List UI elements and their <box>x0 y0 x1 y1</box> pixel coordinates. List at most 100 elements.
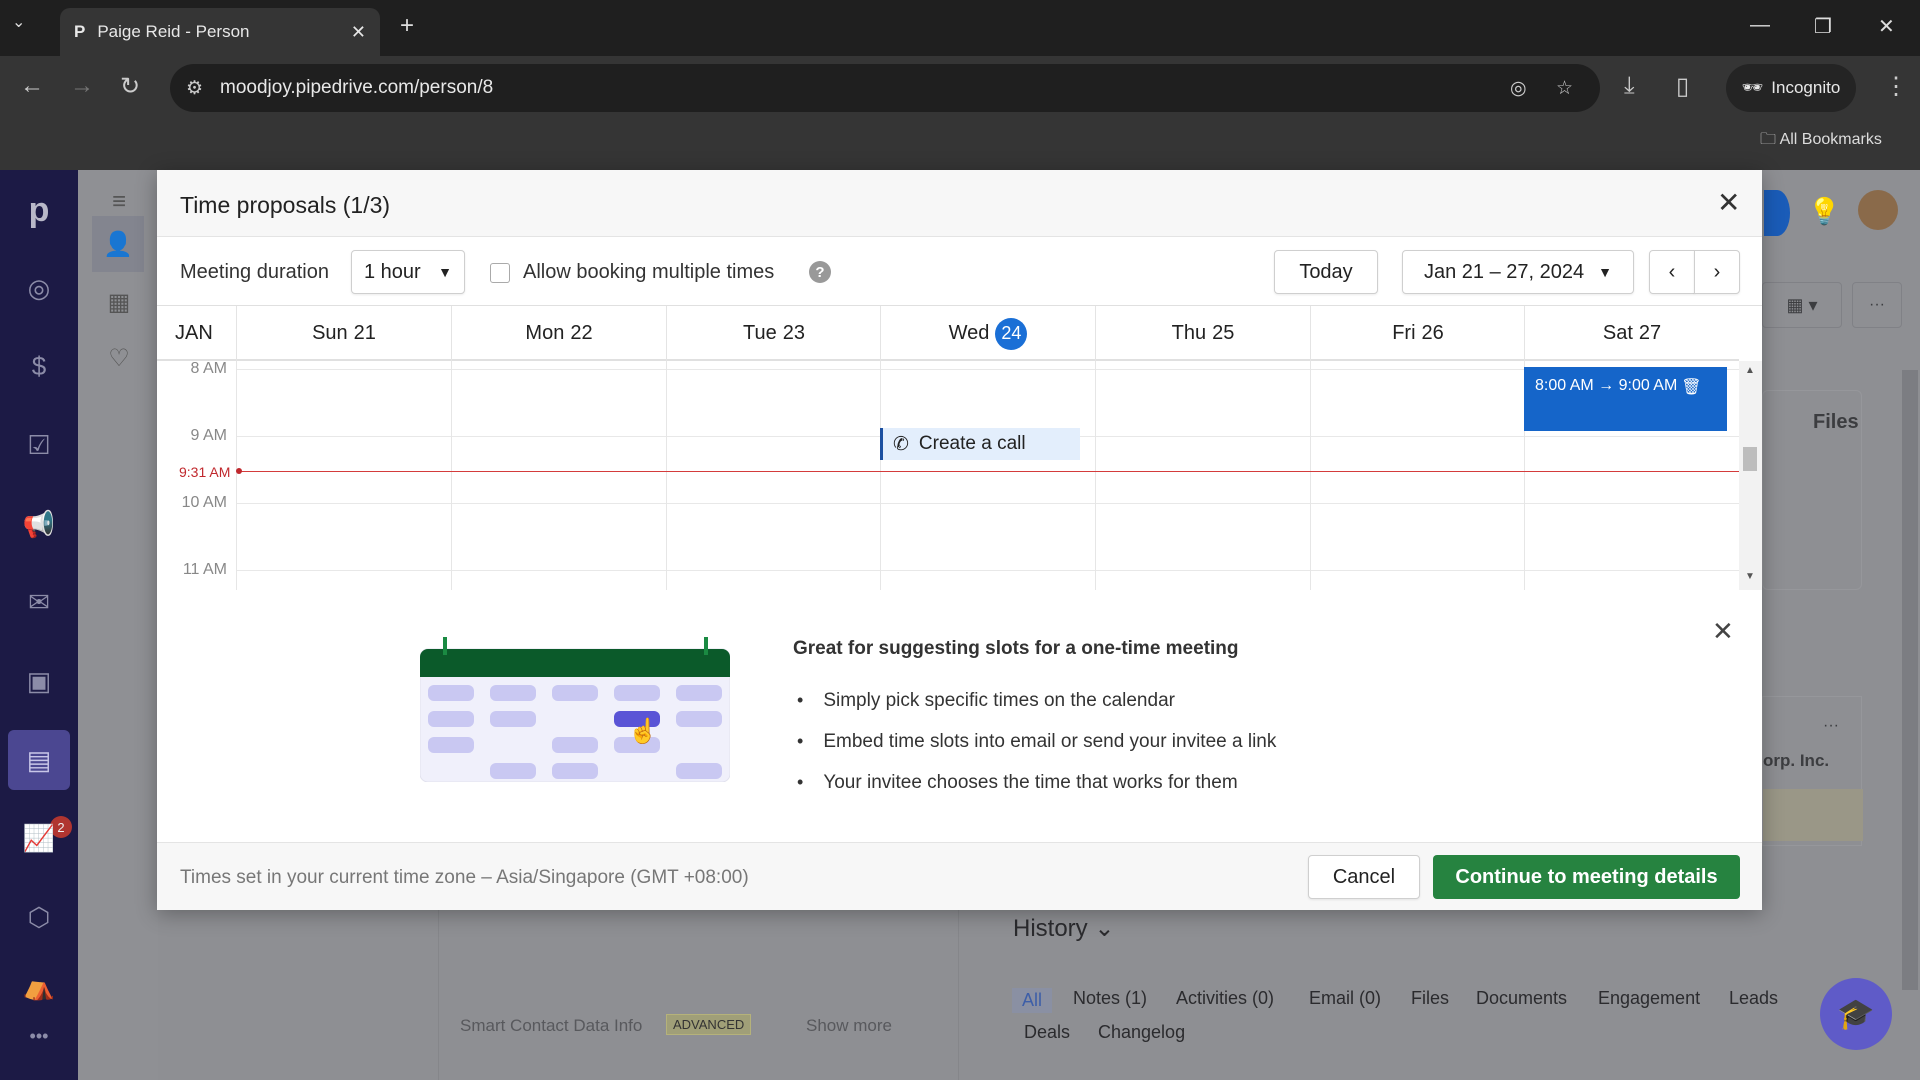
day-header-fri: Fri 26 <box>1310 306 1525 361</box>
organization-name[interactable]: orp. Inc. <box>1763 751 1829 771</box>
next-week-button[interactable]: › <box>1694 250 1740 294</box>
star-icon[interactable]: ☆ <box>1556 77 1573 100</box>
allow-multiple-checkbox[interactable] <box>490 263 510 283</box>
duration-select[interactable]: 1 hour ▼ <box>351 250 465 294</box>
modal-toolbar: Meeting duration 1 hour ▼ Allow booking m… <box>157 237 1762 306</box>
insights-chart-icon[interactable]: 📈 <box>0 808 78 868</box>
incognito-indicator[interactable]: 🕶 Incognito <box>1726 64 1856 112</box>
day-header-thu: Thu 25 <box>1095 306 1310 361</box>
deals-dollar-icon[interactable]: $ <box>0 336 78 396</box>
history-tab-activities[interactable]: Activities (0) <box>1176 988 1274 1009</box>
org-highlight <box>1763 789 1863 841</box>
history-tab-all[interactable]: All <box>1012 988 1053 1013</box>
show-more-link[interactable]: Show more <box>806 1016 892 1036</box>
user-avatar[interactable] <box>1858 190 1898 230</box>
calendar-illustration: ☝ <box>420 637 730 782</box>
mail-icon[interactable]: ✉ <box>0 572 78 632</box>
tab-search-icon[interactable]: ⌄ <box>12 12 25 32</box>
page-scrollbar[interactable] <box>1902 370 1918 990</box>
restore-icon[interactable]: ❐ <box>1814 14 1832 39</box>
history-tab-files[interactable]: Files <box>1411 988 1449 1009</box>
history-tab-notes[interactable]: Notes (1) <box>1073 988 1147 1009</box>
forward-icon[interactable]: → <box>70 72 94 100</box>
allow-multiple-label[interactable]: Allow booking multiple times <box>523 261 774 284</box>
lightbulb-icon[interactable]: 💡 <box>1808 196 1840 227</box>
organization-icon[interactable]: ▦ <box>94 280 144 324</box>
site-info-icon[interactable]: ⚙ <box>186 77 203 100</box>
bookmarks-label: All Bookmarks <box>1779 131 1882 148</box>
scroll-down-icon[interactable]: ▼ <box>1745 571 1755 582</box>
health-heart-icon[interactable]: ♡ <box>94 336 144 380</box>
history-tab-deals[interactable]: Deals <box>1024 1022 1070 1043</box>
date-range-select[interactable]: Jan 21 – 27, 2024 ▼ <box>1402 250 1634 294</box>
smart-contact-label: Smart Contact Data Info <box>460 1016 643 1035</box>
close-modal-icon[interactable]: ✕ <box>1717 186 1740 219</box>
side-panel-icon[interactable]: ▯ <box>1676 72 1689 101</box>
create-call-event[interactable]: ✆ Create a call <box>880 428 1080 460</box>
chevron-right-icon: › <box>1713 260 1721 283</box>
download-icon[interactable]: ⤓ <box>1624 72 1635 100</box>
history-toggle[interactable]: History ⌄ <box>1013 914 1114 943</box>
incognito-icon: 🕶 <box>1741 78 1764 97</box>
close-info-icon[interactable]: ✕ <box>1712 616 1734 647</box>
person-icon[interactable]: 👤 <box>92 216 144 272</box>
reload-icon[interactable]: ↻ <box>120 72 140 101</box>
day-header-tue: Tue 23 <box>666 306 881 361</box>
view-switch-button[interactable]: ▦ ▾ <box>1762 282 1842 328</box>
history-tab-leads[interactable]: Leads <box>1729 988 1778 1009</box>
browser-tab[interactable]: P Paige Reid - Person ✕ <box>60 8 380 56</box>
contacts-card-icon[interactable]: ▤ <box>8 730 70 790</box>
date-range-value: Jan 21 – 27, 2024 <box>1424 260 1585 283</box>
address-bar[interactable]: ⚙ moodjoy.pipedrive.com/person/8 ◎ ☆ <box>170 64 1600 112</box>
card-more-icon[interactable]: ··· <box>1823 717 1839 735</box>
continue-button[interactable]: Continue to meeting details <box>1433 855 1740 899</box>
minimize-icon[interactable]: — <box>1750 14 1770 37</box>
back-icon[interactable]: ← <box>20 72 44 100</box>
scroll-up-icon[interactable]: ▲ <box>1745 365 1755 376</box>
hour-label: 8 AM <box>190 361 227 377</box>
pipedrive-logo[interactable]: p <box>0 180 78 240</box>
browser-tab-bar: ⌄ P Paige Reid - Person ✕ + — ❐ ✕ <box>0 0 1920 56</box>
current-time-dot <box>236 468 242 474</box>
history-tab-changelog[interactable]: Changelog <box>1098 1022 1185 1043</box>
campaigns-megaphone-icon[interactable]: 📢 <box>0 494 78 554</box>
trash-icon[interactable]: 🗑 <box>1681 377 1701 421</box>
modal-footer: Times set in your current time zone – As… <box>157 842 1762 910</box>
leads-target-icon[interactable]: ◎ <box>0 258 78 318</box>
previous-week-button[interactable]: ‹ <box>1649 250 1695 294</box>
add-icon[interactable] <box>1764 190 1790 236</box>
today-button[interactable]: Today <box>1274 250 1378 294</box>
app-sidebar: p ◎ $ ☑ 📢 ✉ ▣ 2 ▤ 📈 ⬡ ⛺ ••• <box>0 170 78 1080</box>
scrollbar-thumb[interactable] <box>1743 447 1757 471</box>
files-label[interactable]: Files <box>1813 411 1859 434</box>
organization-card: ··· orp. Inc. <box>1762 696 1863 846</box>
cancel-button[interactable]: Cancel <box>1308 855 1420 899</box>
new-tab-icon[interactable]: + <box>400 12 414 40</box>
proposed-time-slot[interactable]: 8:00 AM → 9:00 AM 🗑 <box>1524 367 1727 431</box>
calendar-scrollbar[interactable]: ▲ ▼ <box>1739 361 1762 590</box>
close-tab-icon[interactable]: ✕ <box>351 22 366 43</box>
close-window-icon[interactable]: ✕ <box>1878 14 1895 39</box>
calendar-grid[interactable]: 8 AM 9 AM 10 AM 11 AM ✆ Create a call 9:3… <box>157 361 1739 590</box>
eye-off-icon[interactable]: ◎ <box>1510 77 1527 100</box>
hour-label: 9 AM <box>190 427 227 444</box>
address-toolbar: ← → ↻ ⚙ moodjoy.pipedrive.com/person/8 ◎… <box>0 56 1920 170</box>
phone-icon: ✆ <box>893 433 909 455</box>
history-tab-engagement[interactable]: Engagement <box>1598 988 1700 1009</box>
history-tab-email[interactable]: Email (0) <box>1309 988 1381 1009</box>
month-label: JAN <box>175 322 213 344</box>
info-bullet: Simply pick specific times on the calend… <box>797 680 1276 721</box>
calendar-icon[interactable]: ▣ <box>0 651 78 711</box>
all-bookmarks[interactable]: 🗀 All Bookmarks <box>1760 128 1882 155</box>
more-actions-button[interactable]: ··· <box>1852 282 1902 328</box>
more-dots-icon[interactable]: ••• <box>0 1006 78 1066</box>
modal-header: Time proposals (1/3) ✕ <box>157 170 1762 237</box>
history-tab-documents[interactable]: Documents <box>1476 988 1567 1009</box>
academy-help-button[interactable]: 🎓 <box>1820 978 1892 1050</box>
activities-clipboard-icon[interactable]: ☑ <box>0 415 78 475</box>
info-bullets: Simply pick specific times on the calend… <box>797 680 1276 803</box>
browser-menu-icon[interactable]: ⋮ <box>1884 72 1908 101</box>
day-header-sun: Sun 21 <box>236 306 451 361</box>
products-box-icon[interactable]: ⬡ <box>0 887 78 947</box>
help-icon[interactable]: ? <box>809 261 831 283</box>
